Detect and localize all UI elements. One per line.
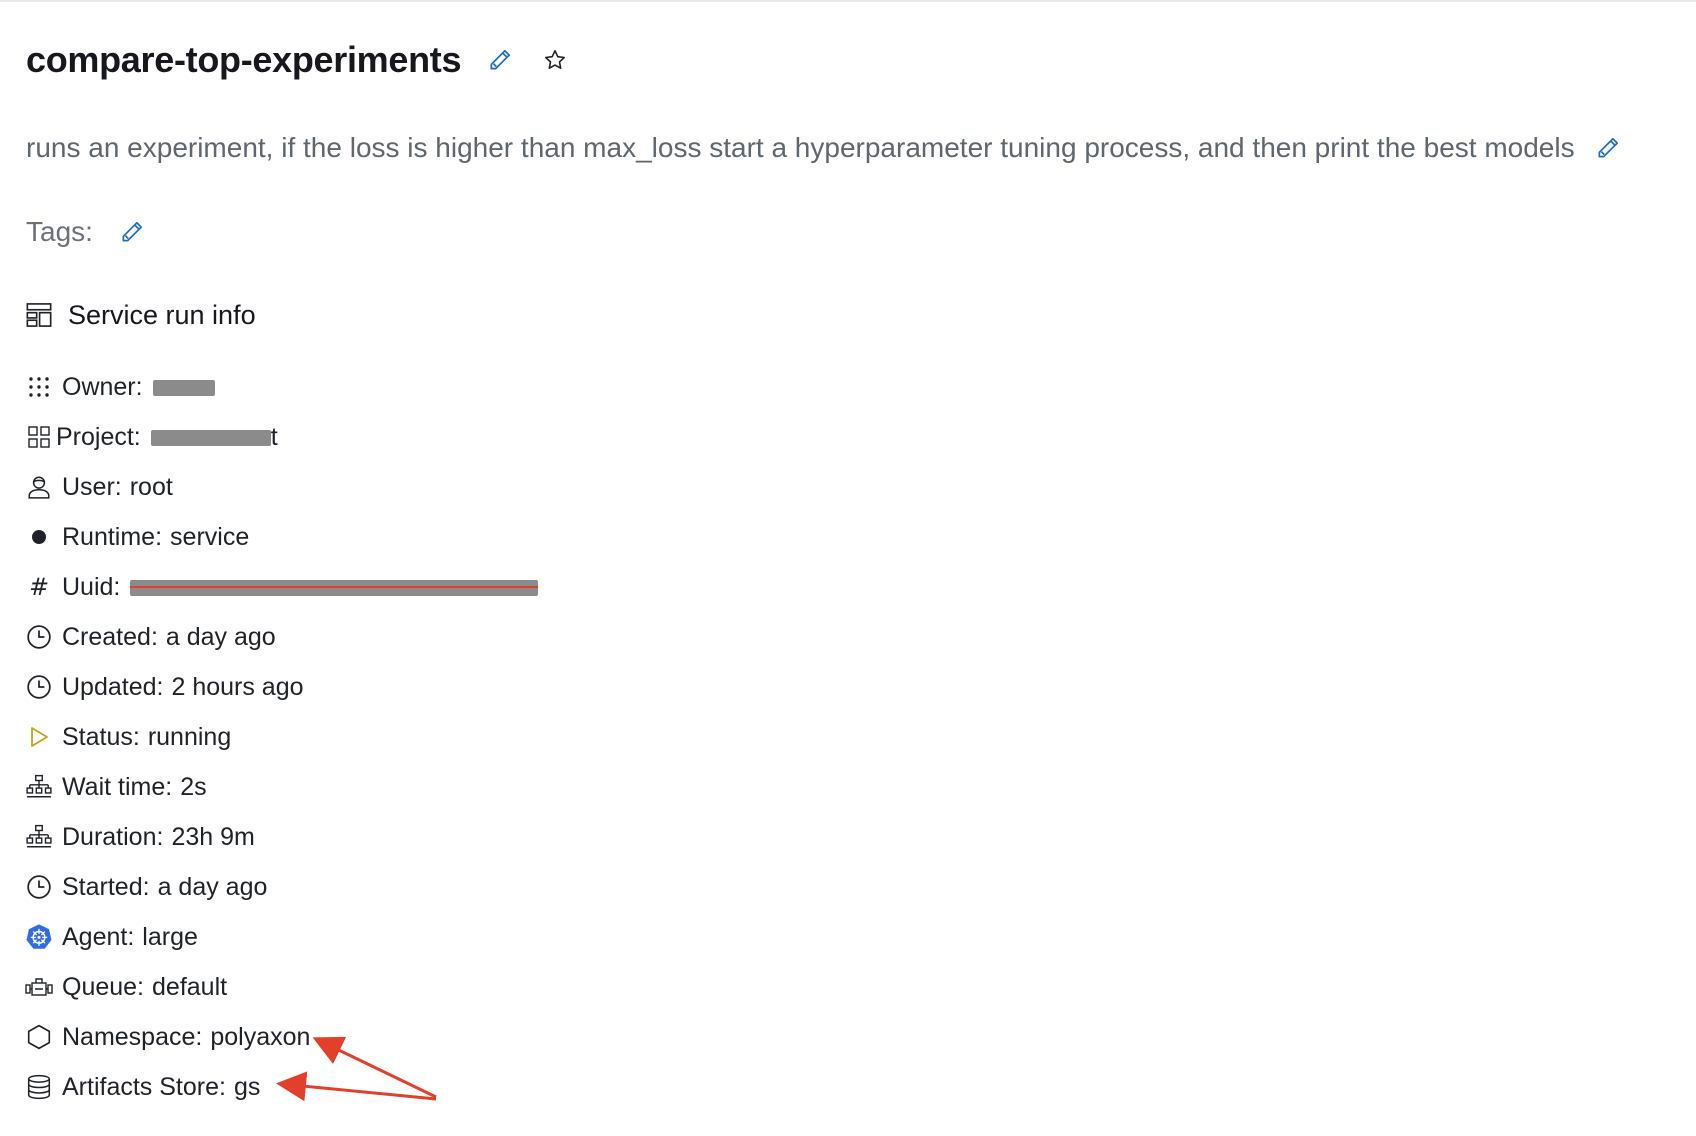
duration-value: 23h 9m: [171, 822, 255, 851]
namespace-label: Namespace:: [62, 1022, 203, 1051]
info-status: Status: running: [24, 712, 924, 762]
info-started: Started: a day ago: [24, 862, 924, 912]
created-text: Created: a day ago: [62, 623, 276, 652]
user-icon: [24, 472, 54, 502]
tags-label: Tags:: [26, 216, 93, 247]
pencil-icon: [1598, 137, 1618, 158]
info-runtime: Runtime: service: [24, 512, 924, 562]
updated-text: Updated: 2 hours ago: [62, 673, 304, 702]
started-value: a day ago: [157, 872, 268, 901]
pencil-icon: [490, 49, 511, 70]
page-title: compare-top-experiments: [26, 39, 462, 80]
uuid-redacted: [120, 573, 539, 602]
hash-icon: #: [28, 573, 50, 601]
tags-row: Tags:: [26, 212, 147, 252]
pencil-icon: [122, 221, 143, 242]
started-text: Started: a day ago: [62, 873, 267, 902]
owner-label: Owner:: [62, 372, 143, 401]
project-redacted: [150, 430, 271, 446]
info-project: Project: t: [24, 412, 924, 462]
agent-value: large: [142, 922, 198, 951]
owner-text: Owner:: [62, 373, 215, 402]
sitemap-icon: [24, 772, 54, 802]
bookmark-star-button[interactable]: [541, 46, 569, 74]
user-value: root: [129, 472, 173, 501]
play-icon: [24, 722, 54, 752]
agent-label: Agent:: [62, 922, 135, 951]
info-namespace: Namespace: polyaxon: [24, 1012, 924, 1062]
hexagon-icon: [24, 1022, 54, 1052]
info-agent: Agent: large: [24, 912, 924, 962]
uuid-label: Uuid:: [62, 572, 121, 601]
namespace-text: Namespace: polyaxon: [62, 1023, 310, 1052]
artifacts-store-text: Artifacts Store: gs: [62, 1073, 260, 1102]
service-run-info-header: Service run info: [24, 296, 256, 334]
info-created: Created: a day ago: [24, 612, 924, 662]
queue-icon: [24, 972, 54, 1002]
queue-text: Queue: default: [62, 973, 227, 1002]
namespace-value: polyaxon: [210, 1022, 311, 1051]
clock-icon: [24, 672, 54, 702]
updated-label: Updated:: [62, 672, 164, 701]
runtime-label: Runtime:: [62, 522, 163, 551]
status-value: running: [147, 722, 232, 751]
section-title: Service run info: [68, 299, 256, 330]
artifacts-store-label: Artifacts Store:: [62, 1072, 226, 1101]
info-user: User: root: [24, 462, 924, 512]
kubernetes-icon: [24, 922, 54, 952]
title-row: compare-top-experiments: [26, 34, 569, 86]
info-uuid: # Uuid:: [24, 562, 924, 612]
wait-time-text: Wait time: 2s: [62, 773, 207, 802]
info-duration: Duration: 23h 9m: [24, 812, 924, 862]
sitemap-icon: [24, 822, 54, 852]
clock-icon: [24, 872, 54, 902]
runtime-text: Runtime: service: [62, 523, 249, 552]
updated-value: 2 hours ago: [171, 672, 304, 701]
queue-value: default: [152, 972, 228, 1001]
star-icon: [545, 50, 566, 69]
wait-time-value: 2s: [180, 772, 207, 801]
info-owner: Owner:: [24, 362, 924, 412]
info-artifacts-store: Artifacts Store: gs: [24, 1062, 924, 1112]
run-detail-page: compare-top-experiments runs an experime…: [0, 0, 1696, 1136]
status-label: Status:: [62, 722, 140, 751]
project-grid-icon: [24, 422, 54, 452]
top-border: [0, 0, 1696, 2]
layout-icon: [24, 300, 54, 330]
edit-title-button[interactable]: [485, 45, 515, 75]
project-visible-tail: t: [270, 422, 278, 451]
database-icon: [24, 1072, 54, 1102]
user-label: User:: [62, 472, 122, 501]
started-label: Started:: [62, 872, 150, 901]
info-updated: Updated: 2 hours ago: [24, 662, 924, 712]
created-label: Created:: [62, 622, 158, 651]
user-text: User: root: [62, 473, 173, 502]
clock-icon: [24, 622, 54, 652]
duration-label: Duration:: [62, 822, 164, 851]
dot-icon: [24, 522, 54, 552]
project-text: Project: t: [56, 423, 278, 452]
description-row: runs an experiment, if the loss is highe…: [26, 128, 1676, 168]
duration-text: Duration: 23h 9m: [62, 823, 255, 852]
wait-time-label: Wait time:: [62, 772, 173, 801]
owner-redacted: [152, 380, 215, 396]
info-queue: Queue: default: [24, 962, 924, 1012]
uuid-text: Uuid:: [62, 572, 539, 602]
edit-tags-button[interactable]: [117, 217, 147, 247]
agent-text: Agent: large: [62, 923, 198, 952]
artifacts-store-value: gs: [233, 1072, 261, 1101]
run-description: runs an experiment, if the loss is highe…: [26, 132, 1575, 163]
queue-label: Queue:: [62, 972, 145, 1001]
info-wait-time: Wait time: 2s: [24, 762, 924, 812]
runtime-value: service: [170, 522, 250, 551]
dots-grid-icon: [24, 372, 54, 402]
created-value: a day ago: [165, 622, 276, 651]
status-text: Status: running: [62, 723, 231, 752]
edit-description-button[interactable]: [1593, 133, 1623, 163]
run-info-list: Owner: Project: t User: root Runtime: se…: [24, 362, 924, 1112]
project-label: Project:: [56, 422, 141, 451]
